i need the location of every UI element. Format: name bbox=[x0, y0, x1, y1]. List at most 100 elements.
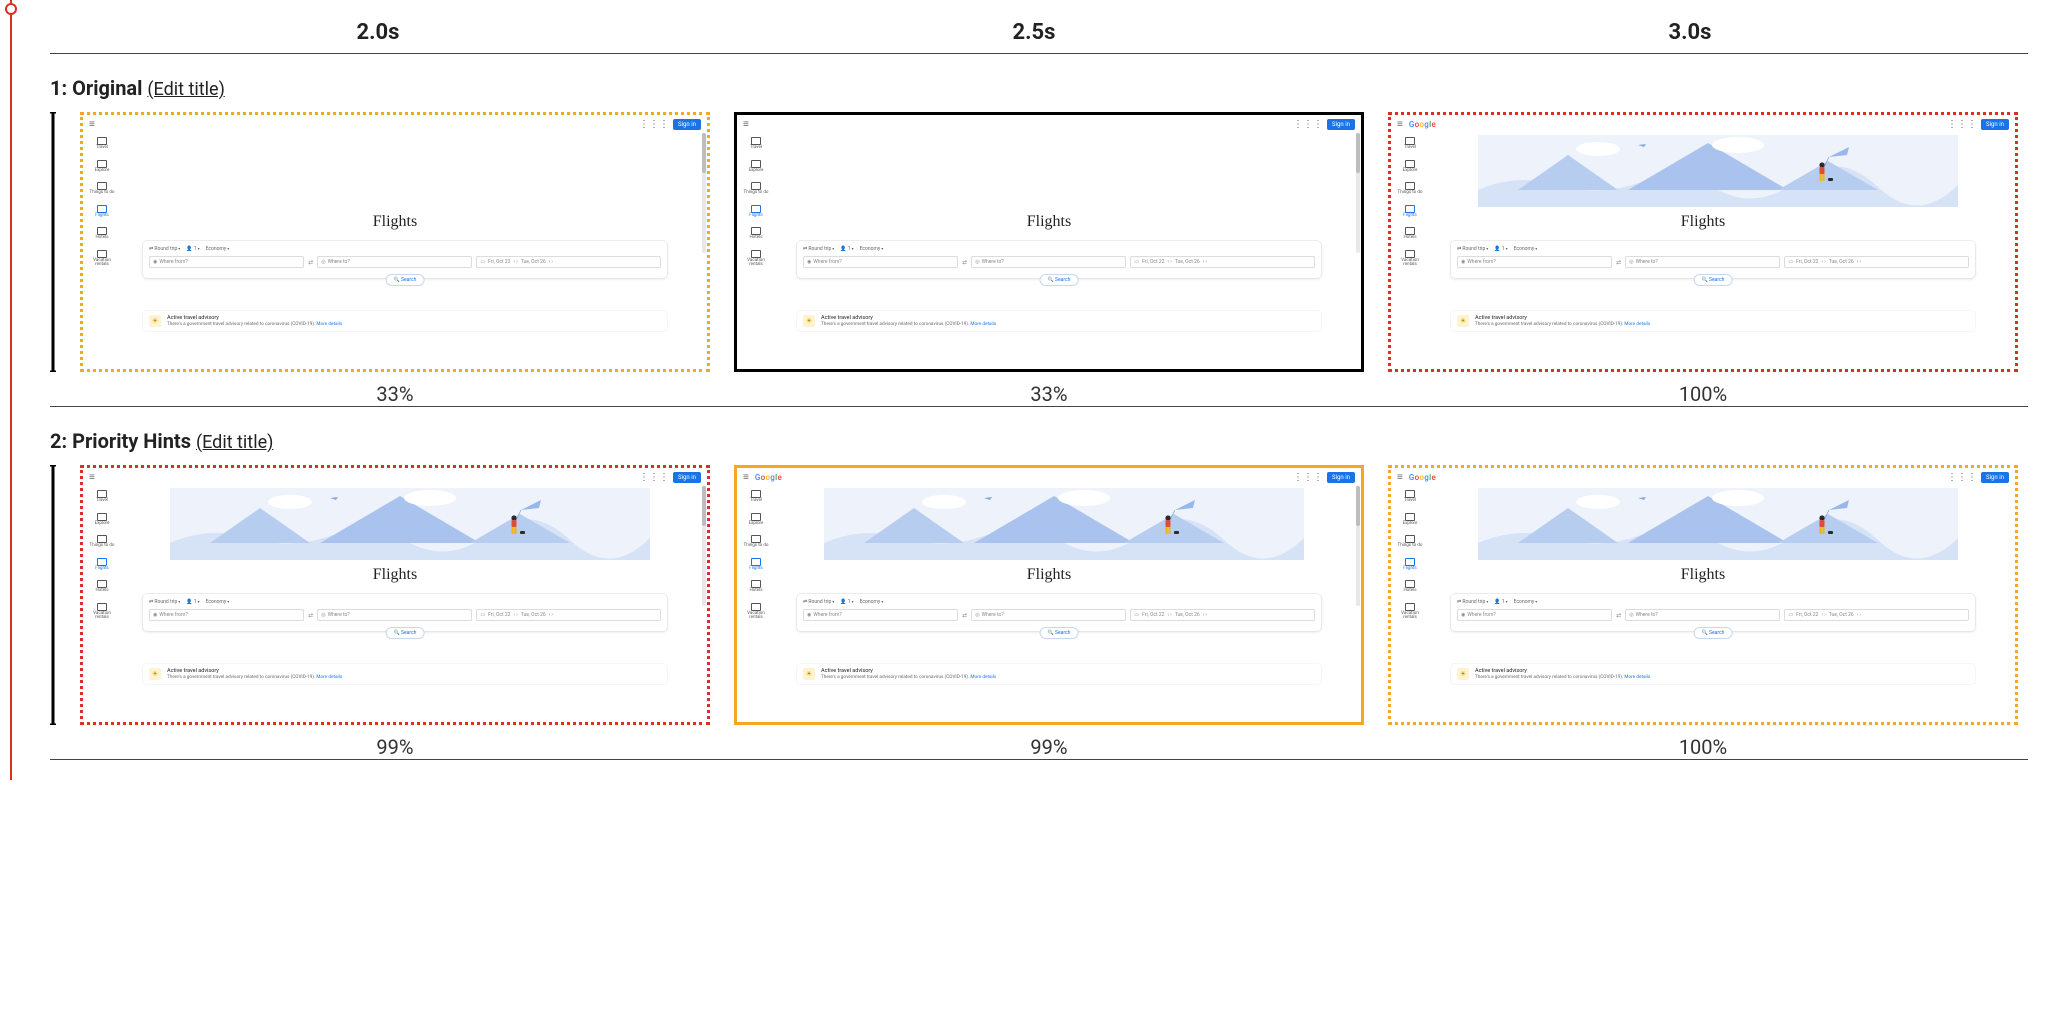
hamburger-icon[interactable]: ≡ bbox=[743, 119, 749, 130]
scrollbar[interactable] bbox=[1356, 486, 1360, 606]
advisory-link[interactable]: More details bbox=[316, 322, 342, 327]
sidebar-item-explore[interactable]: Explore bbox=[1395, 513, 1425, 527]
passengers-chip[interactable]: 👤 1 bbox=[1494, 246, 1507, 252]
from-input[interactable]: ◉Where from? bbox=[149, 256, 304, 268]
advisory-link[interactable]: More details bbox=[970, 322, 996, 327]
swap-icon[interactable]: ⇄ bbox=[1616, 259, 1621, 266]
from-input[interactable]: ◉Where from? bbox=[803, 609, 958, 621]
class-chip[interactable]: Economy bbox=[1514, 246, 1538, 252]
passengers-chip[interactable]: 👤 1 bbox=[186, 246, 199, 252]
sidebar-item-explore[interactable]: Explore bbox=[741, 160, 771, 174]
date-input[interactable]: ▭Fri, Oct 22‹ ›Tue, Oct 26‹ › bbox=[1130, 256, 1315, 268]
search-button[interactable]: 🔍 Search bbox=[386, 627, 425, 639]
sidebar-item-things to do[interactable]: Things to do bbox=[87, 182, 117, 196]
edit-title-link[interactable]: (Edit title) bbox=[147, 79, 224, 100]
sidebar-item-vacation rentals[interactable]: Vacation rentals bbox=[87, 603, 117, 621]
filmstrip-frame[interactable]: ≡ Google ⋮⋮⋮ Sign in Travel Explore Thin… bbox=[1388, 465, 2018, 725]
passengers-chip[interactable]: 👤 1 bbox=[186, 599, 199, 605]
apps-icon[interactable]: ⋮⋮⋮ bbox=[639, 119, 669, 130]
date-input[interactable]: ▭Fri, Oct 22‹ ›Tue, Oct 26‹ › bbox=[476, 256, 661, 268]
to-input[interactable]: ◎Where to? bbox=[317, 256, 472, 268]
date-input[interactable]: ▭Fri, Oct 22‹ ›Tue, Oct 26‹ › bbox=[1784, 256, 1969, 268]
sidebar-item-travel[interactable]: Travel bbox=[87, 490, 117, 504]
sidebar-item-vacation rentals[interactable]: Vacation rentals bbox=[1395, 250, 1425, 268]
swap-icon[interactable]: ⇄ bbox=[962, 612, 967, 619]
trip-type-chip[interactable]: ⇄ Round trip bbox=[149, 246, 180, 252]
sidebar-item-vacation rentals[interactable]: Vacation rentals bbox=[1395, 603, 1425, 621]
hamburger-icon[interactable]: ≡ bbox=[1397, 472, 1403, 483]
search-button[interactable]: 🔍 Search bbox=[1040, 627, 1079, 639]
filmstrip-frame[interactable]: ≡ ⋮⋮⋮ Sign in Travel Explore Things to d… bbox=[80, 465, 710, 725]
search-button[interactable]: 🔍 Search bbox=[1040, 274, 1079, 286]
filmstrip-frame[interactable]: ≡ Google ⋮⋮⋮ Sign in Travel Explore Thin… bbox=[1388, 112, 2018, 372]
to-input[interactable]: ◎Where to? bbox=[971, 256, 1126, 268]
trip-type-chip[interactable]: ⇄ Round trip bbox=[149, 599, 180, 605]
sidebar-item-travel[interactable]: Travel bbox=[741, 137, 771, 151]
sidebar-item-travel[interactable]: Travel bbox=[1395, 137, 1425, 151]
scrollbar[interactable] bbox=[702, 133, 706, 253]
search-button[interactable]: 🔍 Search bbox=[1694, 627, 1733, 639]
hamburger-icon[interactable]: ≡ bbox=[743, 472, 749, 483]
date-input[interactable]: ▭Fri, Oct 22‹ ›Tue, Oct 26‹ › bbox=[1130, 609, 1315, 621]
filmstrip-frame[interactable]: ≡ ⋮⋮⋮ Sign in Travel Explore Things to d… bbox=[734, 112, 1364, 372]
sign-in-button[interactable]: Sign in bbox=[1327, 472, 1355, 483]
hamburger-icon[interactable]: ≡ bbox=[89, 472, 95, 483]
edit-title-link[interactable]: (Edit title) bbox=[196, 432, 273, 453]
trip-type-chip[interactable]: ⇄ Round trip bbox=[803, 599, 834, 605]
class-chip[interactable]: Economy bbox=[206, 599, 230, 605]
sign-in-button[interactable]: Sign in bbox=[1327, 119, 1355, 130]
sign-in-button[interactable]: Sign in bbox=[1981, 119, 2009, 130]
trip-type-chip[interactable]: ⇄ Round trip bbox=[1457, 246, 1488, 252]
sidebar-item-travel[interactable]: Travel bbox=[741, 490, 771, 504]
sidebar-item-things to do[interactable]: Things to do bbox=[741, 182, 771, 196]
apps-icon[interactable]: ⋮⋮⋮ bbox=[1293, 119, 1323, 130]
advisory-link[interactable]: More details bbox=[1624, 322, 1650, 327]
date-input[interactable]: ▭Fri, Oct 22‹ ›Tue, Oct 26‹ › bbox=[476, 609, 661, 621]
from-input[interactable]: ◉Where from? bbox=[149, 609, 304, 621]
sidebar-item-things to do[interactable]: Things to do bbox=[1395, 182, 1425, 196]
search-button[interactable]: 🔍 Search bbox=[386, 274, 425, 286]
date-input[interactable]: ▭Fri, Oct 22‹ ›Tue, Oct 26‹ › bbox=[1784, 609, 1969, 621]
swap-icon[interactable]: ⇄ bbox=[1616, 612, 1621, 619]
swap-icon[interactable]: ⇄ bbox=[962, 259, 967, 266]
sidebar-item-things to do[interactable]: Things to do bbox=[87, 535, 117, 549]
passengers-chip[interactable]: 👤 1 bbox=[840, 246, 853, 252]
swap-icon[interactable]: ⇄ bbox=[308, 259, 313, 266]
class-chip[interactable]: Economy bbox=[860, 599, 884, 605]
passengers-chip[interactable]: 👤 1 bbox=[840, 599, 853, 605]
sign-in-button[interactable]: Sign in bbox=[1981, 472, 2009, 483]
sidebar-item-things to do[interactable]: Things to do bbox=[1395, 535, 1425, 549]
trip-type-chip[interactable]: ⇄ Round trip bbox=[803, 246, 834, 252]
sidebar-item-explore[interactable]: Explore bbox=[87, 513, 117, 527]
to-input[interactable]: ◎Where to? bbox=[317, 609, 472, 621]
advisory-link[interactable]: More details bbox=[316, 675, 342, 680]
sign-in-button[interactable]: Sign in bbox=[673, 119, 701, 130]
swap-icon[interactable]: ⇄ bbox=[308, 612, 313, 619]
apps-icon[interactable]: ⋮⋮⋮ bbox=[1947, 472, 1977, 483]
hamburger-icon[interactable]: ≡ bbox=[89, 119, 95, 130]
sidebar-item-explore[interactable]: Explore bbox=[1395, 160, 1425, 174]
to-input[interactable]: ◎Where to? bbox=[1625, 256, 1780, 268]
to-input[interactable]: ◎Where to? bbox=[971, 609, 1126, 621]
to-input[interactable]: ◎Where to? bbox=[1625, 609, 1780, 621]
class-chip[interactable]: Economy bbox=[860, 246, 884, 252]
from-input[interactable]: ◉Where from? bbox=[1457, 609, 1612, 621]
filmstrip-frame[interactable]: ≡ ⋮⋮⋮ Sign in Travel Explore Things to d… bbox=[80, 112, 710, 372]
apps-icon[interactable]: ⋮⋮⋮ bbox=[1293, 472, 1323, 483]
sidebar-item-explore[interactable]: Explore bbox=[741, 513, 771, 527]
passengers-chip[interactable]: 👤 1 bbox=[1494, 599, 1507, 605]
search-button[interactable]: 🔍 Search bbox=[1694, 274, 1733, 286]
scrollbar[interactable] bbox=[1356, 133, 1360, 253]
sidebar-item-things to do[interactable]: Things to do bbox=[741, 535, 771, 549]
class-chip[interactable]: Economy bbox=[206, 246, 230, 252]
hamburger-icon[interactable]: ≡ bbox=[1397, 119, 1403, 130]
filmstrip-frame[interactable]: ≡ Google ⋮⋮⋮ Sign in Travel Explore Thin… bbox=[734, 465, 1364, 725]
from-input[interactable]: ◉Where from? bbox=[1457, 256, 1612, 268]
scrollbar[interactable] bbox=[702, 486, 706, 606]
sidebar-item-travel[interactable]: Travel bbox=[87, 137, 117, 151]
sidebar-item-explore[interactable]: Explore bbox=[87, 160, 117, 174]
sidebar-item-vacation rentals[interactable]: Vacation rentals bbox=[741, 250, 771, 268]
sidebar-item-vacation rentals[interactable]: Vacation rentals bbox=[87, 250, 117, 268]
advisory-link[interactable]: More details bbox=[970, 675, 996, 680]
trip-type-chip[interactable]: ⇄ Round trip bbox=[1457, 599, 1488, 605]
